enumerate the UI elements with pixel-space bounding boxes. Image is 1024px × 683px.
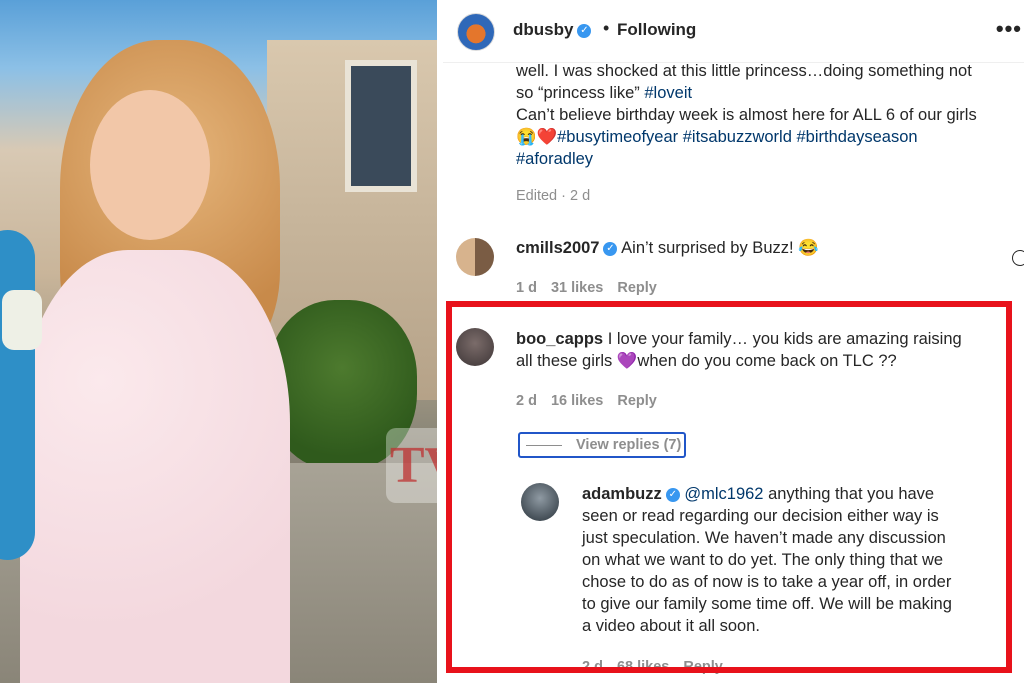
replies-line: [526, 444, 562, 446]
verified-badge-icon: ✓: [577, 23, 592, 38]
edited-timestamp: Edited · 2 d: [516, 188, 591, 204]
comment-body: all these girls 💜when do you come back o…: [516, 352, 897, 370]
house-window: [345, 60, 417, 192]
separator-dot: •: [603, 18, 610, 38]
reply-body: seen or read regarding our decision eith…: [582, 507, 939, 525]
mention-link[interactable]: @mlc1962: [684, 485, 763, 503]
comment-username[interactable]: cmills2007: [516, 239, 599, 257]
username[interactable]: dbusby: [513, 20, 573, 39]
verified-badge-icon: ✓: [603, 241, 618, 256]
comment-time: 1 d: [516, 280, 537, 296]
skateboard-wheel: [2, 290, 42, 350]
comment-text: boo_capps I love your family… you kids a…: [516, 328, 1006, 350]
caption-text: so “princess like”: [516, 84, 645, 102]
caption-line: well. I was shocked at this little princ…: [516, 62, 972, 80]
reply-body: on what we want to do yet. The only thin…: [582, 551, 944, 569]
reply-time: 2 d: [582, 659, 603, 675]
comment-body: I love your family… you kids are amazing…: [607, 330, 962, 348]
girl-dress: [20, 250, 290, 683]
avatar[interactable]: [456, 238, 494, 276]
caption-line: so “princess like” #loveit: [516, 82, 1021, 104]
reply-button[interactable]: Reply: [617, 280, 657, 296]
hashtag-link[interactable]: #loveit: [644, 84, 692, 102]
header-username[interactable]: dbusby ✓: [513, 20, 592, 40]
reply-body: chose to do as of now is to take a year …: [582, 573, 952, 591]
comment-likes[interactable]: 31 likes: [551, 280, 603, 296]
caption-line: 😭❤️#busytimeofyear #itsabuzzworld #birth…: [516, 126, 1021, 148]
reply-button[interactable]: Reply: [683, 659, 723, 675]
more-options-icon[interactable]: •••: [996, 16, 1022, 42]
reply-item: adambuzz ✓ @mlc1962 anything that you hav…: [582, 483, 1012, 637]
caption-line: Can’t believe birthday week is almost he…: [516, 106, 977, 124]
hashtag-link[interactable]: #itsabuzzworld: [683, 128, 792, 146]
reply-button[interactable]: Reply: [617, 393, 657, 409]
post-header: dbusby ✓ • Following •••: [443, 0, 1024, 63]
comment-username[interactable]: boo_capps: [516, 330, 603, 348]
post-photo: [0, 0, 437, 683]
verified-badge-icon: ✓: [665, 487, 680, 502]
reply-body: a video about it all soon.: [582, 617, 760, 635]
reply-likes[interactable]: 68 likes: [617, 659, 669, 675]
comment-body: Ain’t surprised by Buzz! 😂: [621, 239, 819, 257]
comment-item: cmills2007 ✓ Ain’t surprised by Buzz! 😂: [516, 237, 1006, 259]
hashtag-link[interactable]: #aforadley: [516, 150, 593, 168]
comment-item: boo_capps I love your family… you kids a…: [516, 328, 1006, 372]
reply-body: to give our family some time off. We wil…: [582, 595, 952, 613]
comment-meta: 1 d 31 likes Reply: [516, 280, 671, 296]
comment-time: 2 d: [516, 393, 537, 409]
skateboard: [0, 230, 35, 560]
reply-body: anything that you have: [763, 485, 935, 503]
reply-body: just speculation. We haven’t made any di…: [582, 529, 946, 547]
like-heart-icon[interactable]: [1012, 250, 1024, 266]
reply-username[interactable]: adambuzz: [582, 485, 662, 503]
caption-line: #aforadley: [516, 148, 1021, 170]
comments-panel: dbusby ✓ • Following ••• well. I was shoc…: [443, 0, 1024, 683]
reply-text: adambuzz ✓ @mlc1962 anything that you hav…: [582, 483, 1012, 505]
avatar[interactable]: [521, 483, 559, 521]
following-button[interactable]: Following: [617, 20, 696, 40]
comment-text: cmills2007 ✓ Ain’t surprised by Buzz! 😂: [516, 237, 1006, 259]
post-caption: well. I was shocked at this little princ…: [516, 60, 1021, 170]
view-replies-label: View replies (7): [576, 437, 682, 453]
avatar[interactable]: [456, 328, 494, 366]
reply-meta: 2 d 68 likes Reply: [582, 659, 737, 675]
hashtag-link[interactable]: #busytimeofyear: [557, 128, 678, 146]
avatar[interactable]: [457, 13, 495, 51]
hashtag-link[interactable]: #birthdayseason: [796, 128, 917, 146]
view-replies-button[interactable]: View replies (7): [518, 432, 686, 458]
emoji: 😭❤️: [516, 128, 558, 146]
comment-meta: 2 d 16 likes Reply: [516, 393, 671, 409]
comment-likes[interactable]: 16 likes: [551, 393, 603, 409]
girl-face: [90, 90, 210, 240]
